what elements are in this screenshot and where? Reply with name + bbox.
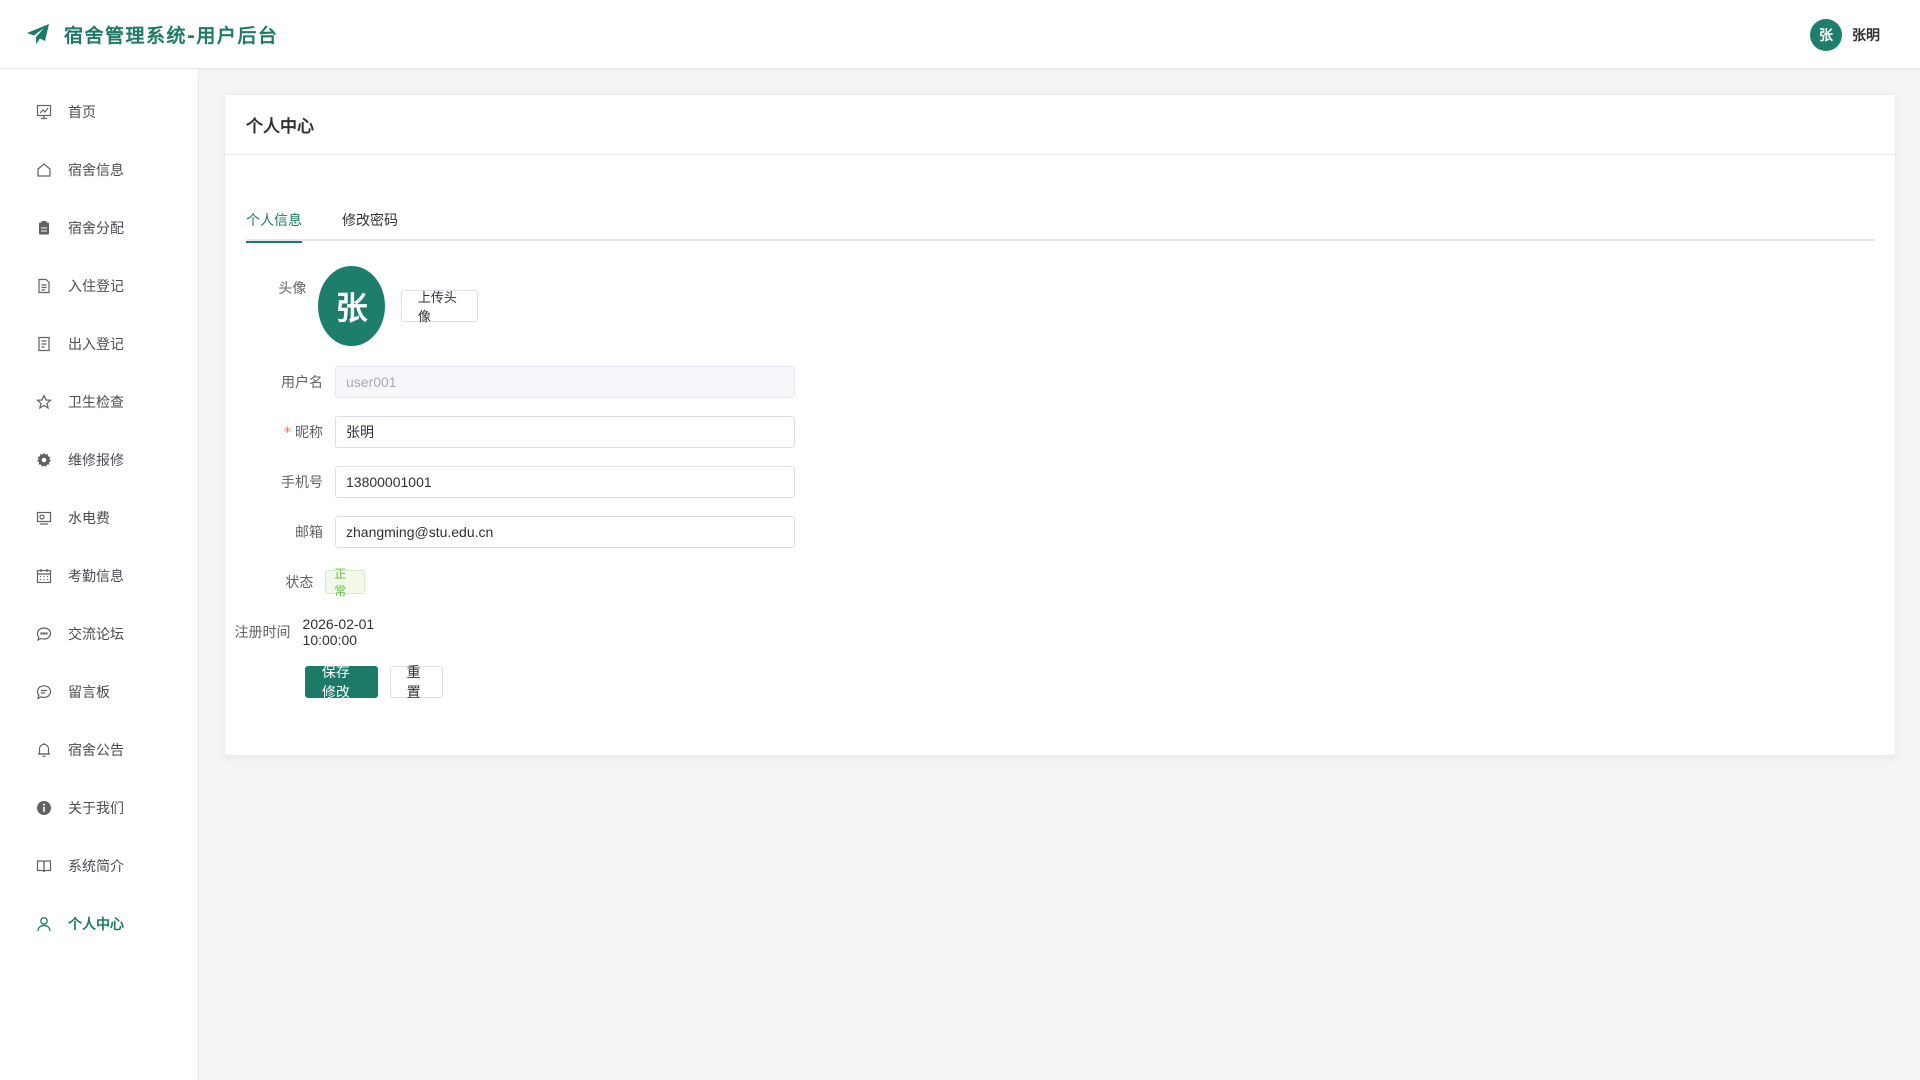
sidebar-item-label: 出入登记 <box>68 337 124 353</box>
sidebar: 首页 宿舍信息 宿舍分配 入住登记 出入登记 卫生检查 维修报修 水电费 考勤信… <box>0 69 199 1080</box>
avatar[interactable]: 张 <box>1810 18 1842 51</box>
register-time-label: 注册时间 <box>234 625 291 641</box>
profile-card: 个人中心 个人信息 修改密码 头像 张 上传头像 用户名 user001 * 昵称… <box>224 94 1896 756</box>
app-title: 宿舍管理系统-用户后台 <box>64 24 279 47</box>
form-actions: 保存修改 重置 <box>225 665 443 701</box>
message-icon <box>34 682 54 702</box>
nickname-label-wrap: * 昵称 <box>225 422 335 442</box>
phone-row: 手机号 13800001001 <box>225 466 795 498</box>
upload-avatar-button[interactable]: 上传头像 <box>400 290 479 325</box>
sidebar-item-dorm-info[interactable]: 宿舍信息 <box>0 141 198 199</box>
chart-icon <box>34 102 54 122</box>
sidebar-item-utilities[interactable]: 水电费 <box>0 489 198 547</box>
sidebar-item-label: 首页 <box>68 105 96 121</box>
bell-icon <box>34 740 54 760</box>
profile-tabs: 个人信息 修改密码 <box>246 201 1875 243</box>
sidebar-item-repair[interactable]: 维修报修 <box>0 431 198 489</box>
sidebar-item-access-log[interactable]: 出入登记 <box>0 315 198 373</box>
profile-avatar: 张 <box>318 266 385 346</box>
avatar-label: 头像 <box>278 281 307 297</box>
sidebar-item-label: 考勤信息 <box>68 569 124 585</box>
book-icon <box>34 856 54 876</box>
sidebar-item-forum[interactable]: 交流论坛 <box>0 605 198 663</box>
notes-icon <box>34 334 54 354</box>
home-icon <box>34 160 54 180</box>
sidebar-item-label: 交流论坛 <box>68 627 124 643</box>
info-icon <box>34 798 54 818</box>
username-field: user001 <box>335 366 795 398</box>
sidebar-item-system-intro[interactable]: 系统简介 <box>0 837 198 895</box>
user-icon <box>34 914 54 934</box>
card-header: 个人中心 <box>225 95 1895 155</box>
calendar-icon <box>34 566 54 586</box>
email-label: 邮箱 <box>295 525 323 541</box>
paper-plane-icon <box>26 22 50 46</box>
user-name[interactable]: 张明 <box>1852 25 1880 45</box>
nickname-row: * 昵称 张明 <box>225 416 795 448</box>
money-icon <box>34 508 54 528</box>
tab-change-password[interactable]: 修改密码 <box>342 201 398 241</box>
status-badge: 正常 <box>325 567 366 598</box>
nickname-label: 昵称 <box>295 425 323 441</box>
chat-icon <box>34 624 54 644</box>
sidebar-item-label: 个人中心 <box>68 917 124 933</box>
sidebar-item-label: 宿舍信息 <box>68 163 124 179</box>
username-row: 用户名 user001 <box>225 366 795 398</box>
sidebar-item-label: 关于我们 <box>68 801 124 817</box>
sidebar-item-label: 留言板 <box>68 685 110 701</box>
register-time-value: 2026-02-01 10:00:00 <box>302 616 375 648</box>
sidebar-item-profile[interactable]: 个人中心 <box>0 895 198 953</box>
sidebar-item-announcement[interactable]: 宿舍公告 <box>0 721 198 779</box>
email-field[interactable]: zhangming@stu.edu.cn <box>335 516 795 548</box>
save-button[interactable]: 保存修改 <box>304 665 378 701</box>
avatar-row: 头像 张 上传头像 <box>225 266 479 346</box>
reset-button[interactable]: 重置 <box>389 665 443 701</box>
register-time-row: 注册时间 2026-02-01 10:00:00 <box>225 616 389 648</box>
status-label: 状态 <box>285 575 314 591</box>
sidebar-item-label: 维修报修 <box>68 453 124 469</box>
clipboard-icon <box>34 218 54 238</box>
username-label: 用户名 <box>281 375 323 391</box>
email-row: 邮箱 zhangming@stu.edu.cn <box>225 516 795 548</box>
required-mark: * <box>284 425 291 441</box>
sidebar-item-label: 宿舍分配 <box>68 221 124 237</box>
star-icon <box>34 392 54 412</box>
page-title: 个人中心 <box>246 117 314 137</box>
brand[interactable]: 宿舍管理系统-用户后台 <box>26 21 278 48</box>
gear-icon <box>34 450 54 470</box>
tab-personal-info[interactable]: 个人信息 <box>246 201 302 243</box>
sidebar-item-label: 宿舍公告 <box>68 743 124 759</box>
status-row: 状态 正常 <box>225 567 366 598</box>
sidebar-item-hygiene[interactable]: 卫生检查 <box>0 373 198 431</box>
sidebar-item-about[interactable]: 关于我们 <box>0 779 198 837</box>
sidebar-item-label: 系统简介 <box>68 859 124 875</box>
phone-field[interactable]: 13800001001 <box>335 466 795 498</box>
sidebar-item-home[interactable]: 首页 <box>0 83 198 141</box>
sidebar-item-label: 卫生检查 <box>68 395 124 411</box>
sidebar-item-label: 水电费 <box>68 511 110 527</box>
sidebar-item-dorm-assign[interactable]: 宿舍分配 <box>0 199 198 257</box>
document-icon <box>34 276 54 296</box>
sidebar-item-label: 入住登记 <box>68 279 124 295</box>
top-header: 宿舍管理系统-用户后台 张 张明 <box>0 0 1920 69</box>
sidebar-item-attendance[interactable]: 考勤信息 <box>0 547 198 605</box>
sidebar-item-guestbook[interactable]: 留言板 <box>0 663 198 721</box>
nickname-field[interactable]: 张明 <box>335 416 795 448</box>
sidebar-item-checkin[interactable]: 入住登记 <box>0 257 198 315</box>
phone-label: 手机号 <box>281 475 323 491</box>
user-menu[interactable]: 张 张明 <box>1810 0 1880 69</box>
